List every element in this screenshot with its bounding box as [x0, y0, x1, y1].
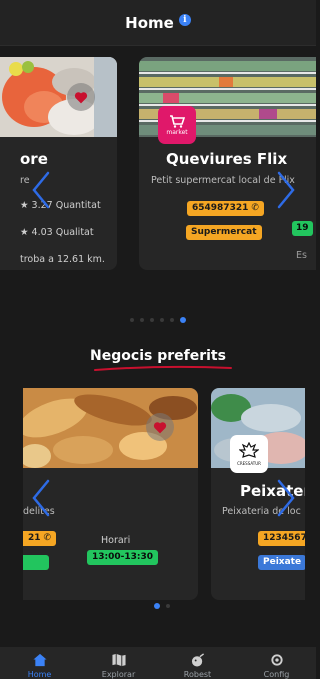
cart-icon — [170, 114, 185, 128]
pagination-dot[interactable] — [150, 318, 154, 322]
chevron-right-icon — [277, 171, 295, 209]
pagination-dot[interactable] — [130, 318, 134, 322]
pagination-dot[interactable] — [166, 604, 170, 608]
hours-badge: 13:00-13:30 — [87, 550, 159, 565]
chevron-left-icon — [32, 479, 50, 517]
shop-card-queviures-flix[interactable]: market Queviures Flix Petit supermercat … — [139, 57, 316, 270]
shop-desc: Petit supermercat local de Flix — [151, 175, 295, 186]
shop-image — [0, 57, 117, 137]
heart-icon — [153, 421, 167, 433]
favorites-pagination — [154, 603, 170, 609]
map-icon — [111, 653, 126, 667]
tab-label: Explorar — [101, 670, 136, 679]
rating-quality: ★ 4.03 Qualitat — [20, 227, 94, 238]
shop-logo: market — [158, 106, 196, 144]
shop-card-left[interactable]: ore re ★ 3.27 Quantitat ★ 4.03 Qualitat … — [0, 57, 117, 270]
shop-desc: re — [20, 175, 30, 186]
favorites-carousel[interactable]: delites 21 ✆ Horari 13:00-13:30 CRESSATUR… — [23, 388, 305, 600]
chevron-left-icon — [32, 171, 50, 209]
carousel-prev-button[interactable] — [30, 478, 52, 518]
favorites-section-title: Negocis preferits — [90, 348, 226, 364]
shops-carousel[interactable]: ore re ★ 3.27 Quantitat ★ 4.03 Qualitat … — [0, 57, 316, 272]
carousel-pagination — [130, 317, 186, 323]
phone-icon: ✆ — [43, 533, 52, 543]
heart-icon — [74, 91, 88, 103]
favorite-button[interactable] — [67, 83, 95, 111]
phone-badge[interactable]: 12345678 — [258, 531, 305, 546]
category-badge: Supermercat — [186, 225, 262, 240]
chevron-right-icon — [277, 479, 295, 517]
robot-icon — [191, 653, 204, 667]
shop-extra-text: Es — [296, 250, 307, 261]
pagination-dot-active[interactable] — [180, 317, 186, 323]
tab-explorar[interactable]: Explorar — [79, 647, 158, 679]
tab-label: Robest — [183, 670, 212, 679]
home-icon — [32, 653, 47, 667]
tab-label: Home — [27, 670, 52, 679]
info-icon[interactable]: i — [178, 13, 191, 26]
logo-text: CRESSATUR — [237, 461, 261, 466]
maple-leaf-icon — [239, 442, 259, 458]
pagination-dot[interactable] — [160, 318, 164, 322]
phone-badge[interactable]: 654987321 ✆ — [187, 201, 264, 216]
tab-home[interactable]: Home — [0, 647, 79, 679]
pagination-dot-active[interactable] — [154, 603, 160, 609]
carousel-prev-button[interactable] — [30, 170, 52, 210]
category-badge: Peixate — [258, 555, 305, 570]
bottom-tab-bar: Home Explorar Robest Config — [0, 647, 316, 679]
logo-text: market — [166, 128, 188, 136]
status-badge: 19 — [292, 221, 313, 236]
carousel-next-button[interactable] — [275, 170, 297, 210]
title-underline — [94, 365, 232, 371]
favorite-button[interactable] — [146, 413, 174, 441]
phone-badge[interactable]: 21 ✆ — [23, 531, 57, 546]
shop-name: Queviures Flix — [166, 150, 288, 168]
shop-name: ore — [20, 150, 48, 168]
pagination-dot[interactable] — [140, 318, 144, 322]
carousel-next-button[interactable] — [275, 478, 297, 518]
status-badge — [23, 555, 49, 570]
hours-label: Horari — [101, 535, 131, 546]
app-header: Home i — [0, 0, 316, 46]
phone-icon: ✆ — [251, 203, 259, 213]
tab-robest[interactable]: Robest — [158, 647, 237, 679]
tab-config[interactable]: Config — [237, 647, 316, 679]
distance-text: troba a 12.61 km. — [20, 254, 105, 265]
shop-logo: CRESSATUR — [230, 435, 268, 473]
pagination-dot[interactable] — [170, 318, 174, 322]
tab-label: Config — [263, 670, 290, 679]
gear-icon — [270, 654, 283, 666]
page-title: Home — [125, 13, 174, 32]
